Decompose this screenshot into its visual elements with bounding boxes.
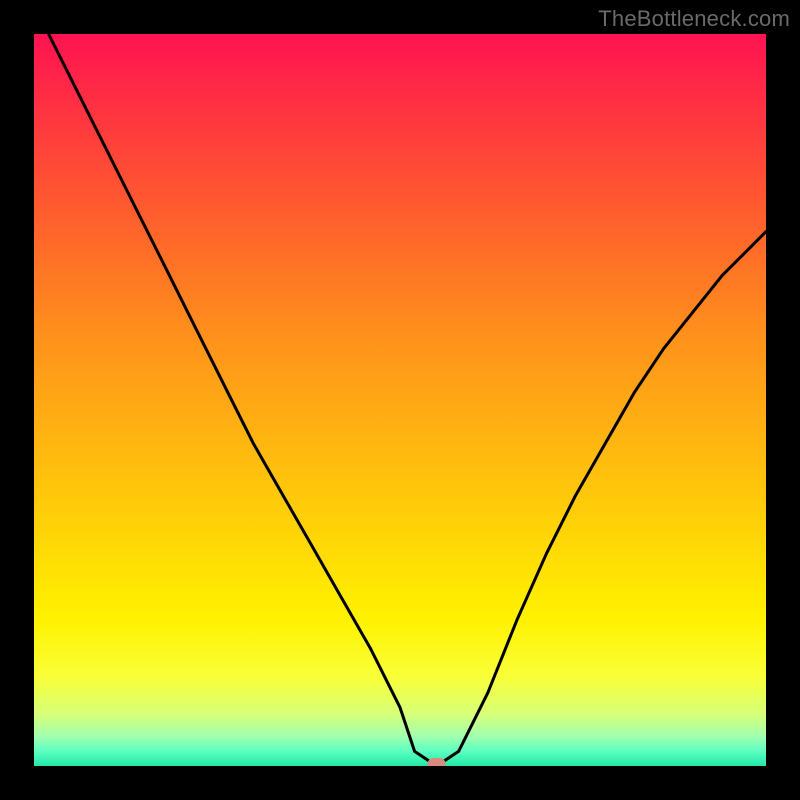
minimum-marker: [428, 758, 446, 766]
bottleneck-curve: [49, 34, 766, 766]
watermark-text: TheBottleneck.com: [598, 6, 790, 32]
chart-svg: [34, 34, 766, 766]
plot-area: [34, 34, 766, 766]
chart-frame: TheBottleneck.com: [0, 0, 800, 800]
